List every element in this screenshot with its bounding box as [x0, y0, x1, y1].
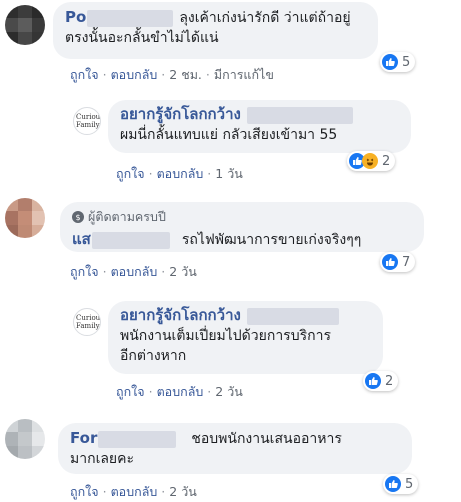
comment-actions: ถูกใจ · ตอบกลับ · 2 วัน — [70, 264, 197, 279]
comment-text: ชอบพนักงานเสนออาหาร — [191, 431, 342, 447]
comment-actions: ถูกใจ · ตอบกลับ · 2 วัน — [70, 484, 197, 499]
comment-time[interactable]: 2 วัน — [169, 264, 197, 279]
comment-time[interactable]: 2 ชม. — [169, 67, 202, 82]
comment-time[interactable]: 2 วัน — [215, 384, 243, 399]
reaction-count[interactable]: 2 — [347, 151, 396, 171]
like-button[interactable]: ถูกใจ — [70, 264, 99, 279]
comment-author[interactable]: แส — [72, 230, 91, 248]
comment-actions: ถูกใจ · ตอบกลับ · 2 วัน — [116, 384, 243, 399]
comment-text: รถไฟพัฒนาการขายเก่งจริงๆๆ — [181, 232, 362, 248]
comment-actions: ถูกใจ · ตอบกลับ · 1 วัน — [116, 166, 243, 181]
haha-emoji-icon — [362, 153, 378, 169]
avatar[interactable] — [5, 419, 45, 459]
thumbs-up-icon — [382, 254, 398, 270]
avatar[interactable] — [5, 5, 45, 45]
like-button[interactable]: ถูกใจ — [116, 166, 145, 181]
comment-text: มากเลยคะ — [70, 451, 135, 467]
comment-author[interactable]: For — [70, 429, 97, 447]
comment-bubble: Po ลุงเค้าเก่งน่ารักดี ว่าแต่ถ้าอยู่ ตรงน… — [53, 2, 378, 59]
badge-icon: $ — [72, 211, 84, 223]
comment-text: ลุงเค้าเก่งน่ารักดี ว่าแต่ถ้าอยู่ — [179, 10, 351, 26]
blurred-name — [91, 231, 170, 249]
page-avatar[interactable]: Curious Family — [73, 308, 101, 336]
comment-text: ผมนี่กลั้นแทบแย่ กลัวเสียงเข้ามา 55 — [120, 127, 338, 143]
comment-text: อีกต่างหาก — [120, 348, 187, 364]
blurred-name — [87, 9, 174, 27]
thumbs-up-icon — [385, 476, 401, 492]
comment-bubble: อยากรู้จักโลกกว้าง ผมนี่กลั้นแทบแย่ กลัว… — [108, 100, 411, 153]
blurred-name — [246, 106, 353, 124]
comment-author[interactable]: อยากรู้จักโลกกว้าง — [120, 306, 241, 324]
reply-button[interactable]: ตอบกลับ — [111, 67, 158, 82]
reaction-count[interactable]: 2 — [363, 371, 399, 391]
reply-button[interactable]: ตอบกลับ — [157, 166, 204, 181]
top-fan-badge[interactable]: $ ผู้ติดตามครบปี — [72, 207, 412, 227]
comment-author[interactable]: Po — [65, 8, 86, 26]
reaction-count[interactable]: 5 — [383, 474, 419, 494]
avatar[interactable] — [5, 198, 45, 238]
like-button[interactable]: ถูกใจ — [70, 67, 99, 82]
comment-bubble: For ชอบพนักงานเสนออาหาร มากเลยคะ — [58, 423, 412, 474]
comment-time[interactable]: 2 วัน — [169, 484, 197, 499]
reply-button[interactable]: ตอบกลับ — [111, 264, 158, 279]
comment-bubble: $ ผู้ติดตามครบปี แส รถไฟพัฒนาการขายเก่งจร… — [60, 202, 424, 252]
reply-button[interactable]: ตอบกลับ — [157, 384, 204, 399]
comment-actions: ถูกใจ · ตอบกลับ · 2 ชม. · มีการแก้ไข — [70, 67, 274, 82]
comment-text: ตรงนั้นอะกลั้นขำไม่ได้แน่ — [65, 30, 219, 46]
thumbs-up-icon — [382, 54, 398, 70]
like-button[interactable]: ถูกใจ — [70, 484, 99, 499]
comment-time[interactable]: 1 วัน — [215, 166, 243, 181]
edited-label[interactable]: มีการแก้ไข — [214, 67, 274, 82]
thumbs-up-icon — [365, 373, 381, 389]
blurred-name — [98, 430, 177, 448]
page-avatar[interactable]: Curious Family — [73, 107, 101, 135]
reaction-count[interactable]: 7 — [380, 252, 416, 272]
blurred-name — [246, 307, 339, 325]
comment-text: พนักงานเต็มเปี่ยมไปด้วยการบริการ — [120, 328, 331, 344]
comment-bubble: อยากรู้จักโลกกว้าง พนักงานเต็มเปี่ยมไปด้… — [108, 301, 383, 374]
comment-author[interactable]: อยากรู้จักโลกกว้าง — [120, 105, 241, 123]
like-button[interactable]: ถูกใจ — [116, 384, 145, 399]
reply-button[interactable]: ตอบกลับ — [111, 484, 158, 499]
reaction-count[interactable]: 5 — [380, 52, 416, 72]
